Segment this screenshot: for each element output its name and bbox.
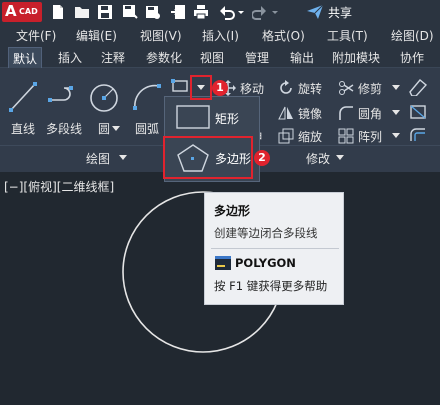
- undo-icon[interactable]: [218, 4, 246, 20]
- polyline-button[interactable]: 多段线: [42, 76, 86, 146]
- trim-label: 修剪: [358, 82, 383, 96]
- menu-edit[interactable]: 编辑(E): [76, 27, 117, 44]
- tooltip-help: 按 F1 键获得更多帮助: [214, 279, 328, 293]
- line-icon: [9, 82, 37, 112]
- circle-icon: [90, 84, 118, 112]
- save-as-icon[interactable]: [122, 4, 138, 20]
- flyout-rectangle[interactable]: 矩形: [171, 101, 255, 135]
- trim-icon: [339, 81, 354, 95]
- print-icon[interactable]: [193, 4, 209, 20]
- scale-label: 缩放: [298, 130, 323, 144]
- save-icon[interactable]: [97, 4, 113, 20]
- draw-panel-title[interactable]: 绘图: [86, 150, 110, 167]
- trim-dropdown-icon[interactable]: [392, 85, 400, 90]
- erase-icon[interactable]: [408, 78, 428, 96]
- viewport-controls[interactable]: [−][俯视][二维线框]: [4, 178, 114, 195]
- tooltip-title: 多边形: [214, 204, 251, 218]
- explode-icon[interactable]: [408, 103, 428, 121]
- trim-button[interactable]: 修剪: [338, 78, 388, 98]
- import-icon[interactable]: [170, 4, 186, 20]
- cloud-save-icon[interactable]: [145, 4, 161, 20]
- share-label: 共享: [328, 6, 353, 20]
- arc-label: 圆弧: [134, 122, 159, 136]
- menu-format[interactable]: 格式(O): [262, 27, 305, 44]
- array-dropdown-icon[interactable]: [392, 133, 400, 138]
- tab-manage[interactable]: 管理: [245, 49, 269, 66]
- line-button[interactable]: 直线: [2, 76, 44, 146]
- mirror-icon: [278, 106, 293, 120]
- send-icon: [307, 4, 324, 19]
- tooltip-description: 创建等边闭合多段线: [214, 226, 318, 240]
- tab-addins[interactable]: 附加模块: [332, 49, 380, 66]
- tooltip-divider: [211, 248, 339, 249]
- rectangle-icon[interactable]: [171, 79, 189, 93]
- tab-view[interactable]: 视图: [200, 49, 224, 66]
- modify-panel-expand-icon[interactable]: [336, 155, 344, 160]
- app-logo[interactable]: A CAD: [2, 2, 42, 22]
- rotate-label: 旋转: [298, 82, 323, 96]
- step-badge-1: 1: [212, 80, 228, 96]
- polygon-tooltip: 多边形 创建等边闭合多段线 POLYGON 按 F1 键获得更多帮助: [204, 192, 344, 305]
- fillet-label: 圆角: [358, 107, 383, 121]
- tab-parametric[interactable]: 参数化: [146, 49, 182, 66]
- new-file-icon[interactable]: [50, 4, 66, 20]
- rotate-icon: [280, 80, 292, 94]
- scale-button[interactable]: 缩放: [278, 126, 330, 146]
- array-label: 阵列: [358, 130, 383, 144]
- redo-icon[interactable]: [252, 4, 280, 20]
- ribbon-tabs: 默认 插入 注释 参数化 视图 管理 输出 附加模块 协作: [0, 46, 440, 68]
- draw-panel-expand-icon[interactable]: [119, 155, 127, 160]
- fillet-button[interactable]: 圆角: [338, 103, 388, 123]
- fillet-dropdown-icon[interactable]: [392, 110, 400, 115]
- move-label: 移动: [240, 82, 265, 96]
- array-icon: [338, 128, 354, 144]
- logo-letter: A: [5, 2, 17, 20]
- command-line-icon: [215, 256, 231, 270]
- quick-access-toolbar: A CAD 共享: [0, 0, 440, 24]
- arc-button[interactable]: 圆弧: [126, 76, 172, 146]
- rectangle-label: 矩形: [215, 112, 240, 126]
- polyline-label: 多段线: [45, 122, 82, 136]
- line-label: 直线: [10, 122, 35, 136]
- menu-file[interactable]: 文件(F): [16, 27, 56, 44]
- offset-icon[interactable]: [408, 126, 428, 144]
- mirror-button[interactable]: 镜像: [278, 103, 330, 123]
- circle-button[interactable]: 圆: [83, 76, 125, 146]
- polyline-icon: [48, 86, 73, 102]
- open-folder-icon[interactable]: [74, 4, 90, 20]
- menu-bar: 文件(F) 编辑(E) 视图(V) 插入(I) 格式(O) 工具(T) 绘图(D…: [0, 24, 440, 46]
- tab-insert[interactable]: 插入: [58, 49, 82, 66]
- highlight-dropdown-box: [190, 75, 212, 100]
- circle-dropdown-icon[interactable]: [112, 126, 120, 131]
- highlight-polygon-box: [163, 136, 253, 179]
- menu-tools[interactable]: 工具(T): [327, 27, 368, 44]
- menu-draw[interactable]: 绘图(D): [391, 27, 434, 44]
- scale-icon: [278, 128, 294, 144]
- tab-output[interactable]: 输出: [290, 49, 314, 66]
- rotate-button[interactable]: 旋转: [278, 78, 330, 98]
- modify-panel-title[interactable]: 修改: [306, 150, 330, 167]
- tab-annotate[interactable]: 注释: [101, 49, 125, 66]
- logo-text: CAD: [19, 7, 38, 16]
- fillet-icon: [339, 106, 353, 120]
- mirror-label: 镜像: [298, 107, 323, 121]
- arc-icon: [133, 84, 161, 110]
- rectangle-icon: [176, 105, 210, 129]
- menu-insert[interactable]: 插入(I): [202, 27, 239, 44]
- step-badge-2: 2: [254, 150, 270, 166]
- share-button[interactable]: 共享: [304, 4, 364, 20]
- tooltip-command: POLYGON: [235, 256, 296, 270]
- menu-view[interactable]: 视图(V): [140, 27, 182, 44]
- array-button[interactable]: 阵列: [338, 126, 388, 146]
- tab-collaborate[interactable]: 协作: [400, 49, 424, 66]
- tab-default[interactable]: 默认: [8, 47, 42, 68]
